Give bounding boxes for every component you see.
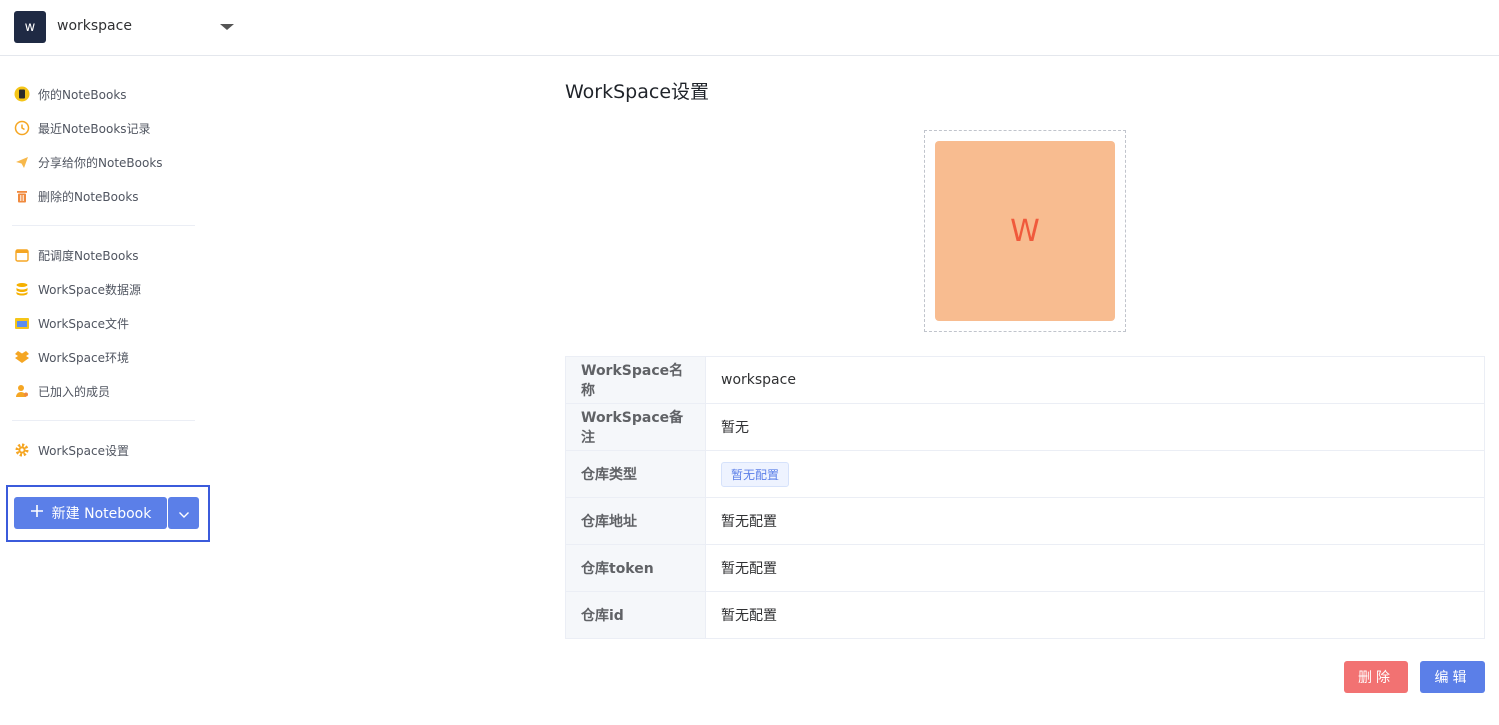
repo-type-tag: 暂无配置: [721, 461, 790, 487]
folder-icon: [14, 315, 30, 331]
sidebar-item-label: 配调度NoteBooks: [38, 248, 139, 263]
caret-down-icon[interactable]: [220, 24, 234, 30]
row-value: 暂无配置: [705, 591, 1485, 639]
sidebar-item-label: 已加入的成员: [38, 384, 111, 399]
gear-icon: [14, 442, 30, 458]
table-row: 仓库类型 暂无配置: [565, 450, 1485, 498]
user-icon: [14, 383, 30, 399]
sidebar-divider: [12, 225, 195, 226]
workspace-info-table: WorkSpace名称 workspace WorkSpace备注 暂无 仓库类…: [565, 356, 1485, 639]
workspace-name[interactable]: workspace: [57, 18, 132, 34]
plus-icon: [30, 504, 44, 522]
row-value: 暂无配置: [705, 544, 1485, 592]
table-row: WorkSpace备注 暂无: [565, 403, 1485, 451]
clock-icon: [14, 120, 30, 136]
row-key: 仓库地址: [565, 497, 706, 545]
edit-button[interactable]: 编辑: [1420, 661, 1485, 693]
workspace-logo-letter: w: [24, 19, 36, 35]
new-notebook-button[interactable]: 新建 Notebook: [14, 497, 167, 529]
sidebar-item-label: 删除的NoteBooks: [38, 189, 139, 204]
row-value: 暂无配置: [705, 450, 1485, 498]
row-key: 仓库token: [565, 544, 706, 592]
row-key: 仓库id: [565, 591, 706, 639]
sidebar-item-label: WorkSpace数据源: [38, 282, 141, 297]
trash-icon: [14, 188, 30, 204]
sidebar-item-label: 分享给你的NoteBooks: [38, 155, 163, 170]
sidebar-item-settings[interactable]: WorkSpace设置: [14, 440, 129, 460]
sidebar-item-environment[interactable]: WorkSpace环境: [14, 347, 129, 367]
box-icon: [14, 349, 30, 365]
new-notebook-label: 新建 Notebook: [51, 506, 152, 522]
sidebar-item-files[interactable]: WorkSpace文件: [14, 313, 129, 333]
delete-button[interactable]: 删除: [1344, 661, 1408, 693]
row-key: WorkSpace备注: [565, 403, 706, 451]
sidebar-item-label: WorkSpace环境: [38, 350, 129, 365]
chevron-down-icon: [178, 504, 190, 523]
row-key: WorkSpace名称: [565, 356, 706, 404]
sidebar-item-my-notebooks[interactable]: 你的NoteBooks: [14, 84, 127, 104]
top-bar: w workspace: [0, 0, 1499, 56]
row-key: 仓库类型: [565, 450, 706, 498]
row-value: workspace: [705, 356, 1485, 404]
table-row: WorkSpace名称 workspace: [565, 356, 1485, 404]
avatar-letter: W: [1010, 213, 1040, 249]
sidebar-item-deleted-notebooks[interactable]: 删除的NoteBooks: [14, 186, 139, 206]
sidebar-item-recent-notebooks[interactable]: 最近NoteBooks记录: [14, 118, 151, 138]
sidebar-divider: [12, 420, 195, 421]
sidebar-item-shared-notebooks[interactable]: 分享给你的NoteBooks: [14, 152, 163, 172]
table-row: 仓库地址 暂无配置: [565, 497, 1485, 545]
calendar-icon: [14, 247, 30, 263]
sidebar-item-label: WorkSpace设置: [38, 443, 129, 458]
sidebar-item-members[interactable]: 已加入的成员: [14, 381, 110, 401]
new-notebook-dropdown-button[interactable]: [168, 497, 199, 529]
send-icon: [14, 154, 30, 170]
notebook-icon: [14, 86, 30, 102]
table-row: 仓库token 暂无配置: [565, 544, 1485, 592]
table-row: 仓库id 暂无配置: [565, 591, 1485, 639]
page-title: WorkSpace设置: [565, 81, 710, 103]
workspace-logo[interactable]: w: [14, 11, 46, 43]
row-value: 暂无配置: [705, 497, 1485, 545]
sidebar-item-label: 你的NoteBooks: [38, 87, 127, 102]
sidebar-item-scheduled-notebooks[interactable]: 配调度NoteBooks: [14, 245, 139, 265]
sidebar-item-datasource[interactable]: WorkSpace数据源: [14, 279, 141, 299]
database-icon: [14, 281, 30, 297]
sidebar-item-label: 最近NoteBooks记录: [38, 121, 151, 136]
workspace-avatar[interactable]: W: [935, 141, 1115, 321]
row-value: 暂无: [705, 403, 1485, 451]
sidebar-item-label: WorkSpace文件: [38, 316, 129, 331]
